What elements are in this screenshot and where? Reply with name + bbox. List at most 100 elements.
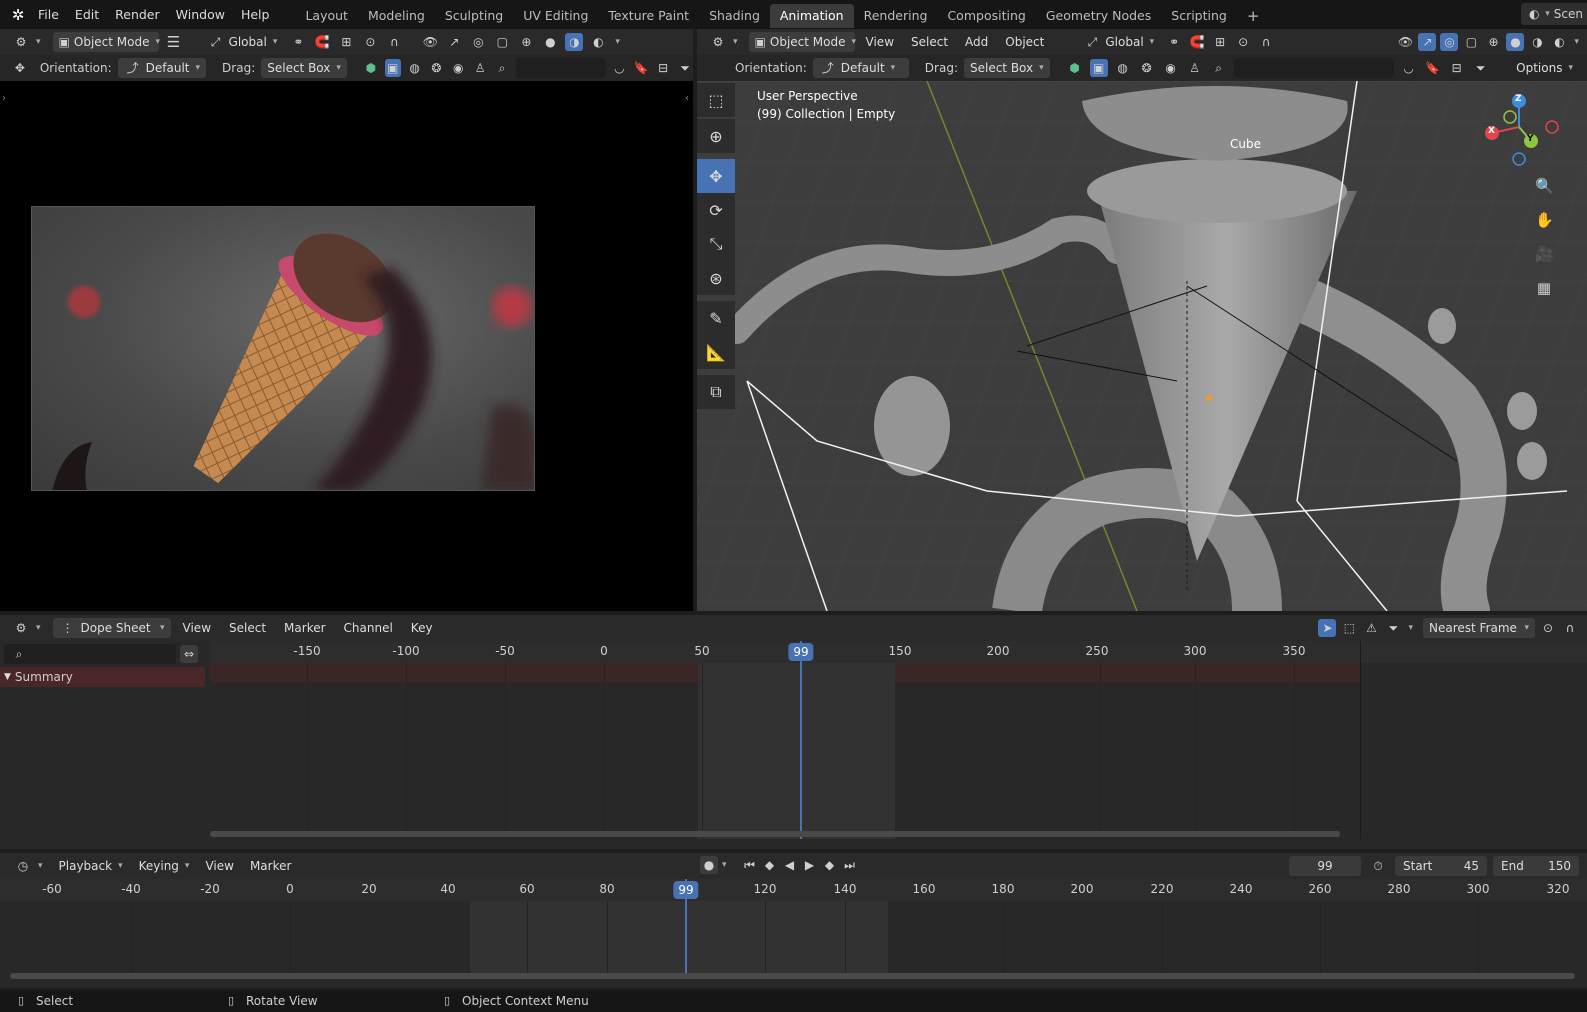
keyframe-icon[interactable]: ◡ xyxy=(1400,59,1418,77)
falloff-icon[interactable]: ∩ xyxy=(385,33,403,51)
menu-render[interactable]: Render xyxy=(107,0,168,29)
prev-keyframe-icon[interactable]: ◆ xyxy=(761,856,779,874)
collapse-arrow-icon[interactable]: ‹ xyxy=(685,93,689,104)
menu-select[interactable]: Select xyxy=(905,32,954,52)
tab-shading[interactable]: Shading xyxy=(699,4,770,28)
material-shading-icon[interactable]: ◑ xyxy=(1528,33,1546,51)
stopwatch-icon[interactable]: ⏱ xyxy=(1369,857,1387,875)
particles-icon[interactable]: ❂ xyxy=(1138,59,1156,77)
xray-icon[interactable]: ▢ xyxy=(493,33,511,51)
menu-view[interactable]: View xyxy=(860,32,900,52)
menu-view[interactable]: View xyxy=(177,618,217,638)
tab-uv-editing[interactable]: UV Editing xyxy=(513,4,598,28)
solid-shading-icon[interactable]: ● xyxy=(541,33,559,51)
hamburger-menu-icon[interactable]: ☰ xyxy=(165,33,183,51)
filter-icon[interactable]: ⏷ xyxy=(1384,619,1402,637)
horizontal-scrollbar[interactable] xyxy=(210,831,1340,837)
menu-window[interactable]: Window xyxy=(168,0,233,29)
search-field[interactable] xyxy=(515,58,606,78)
measure-tool-button[interactable]: 📐 xyxy=(697,335,735,369)
camera-view-icon[interactable]: 🎥 xyxy=(1535,237,1554,271)
object-mode-dropdown[interactable]: ▣ Object Mode ▾ xyxy=(52,32,160,52)
layout-icon[interactable]: ⊟ xyxy=(655,59,671,77)
falloff-icon[interactable]: ∩ xyxy=(1561,619,1579,637)
pivot-icon[interactable]: ⚭ xyxy=(1165,33,1183,51)
timeline-frame-badge[interactable]: 99 xyxy=(673,881,699,899)
snap-target-icon[interactable]: ⊞ xyxy=(337,33,355,51)
world-icon[interactable]: ◉ xyxy=(450,59,466,77)
tab-texture-paint[interactable]: Texture Paint xyxy=(598,4,699,28)
rendered-shading-icon[interactable]: ◐ xyxy=(589,33,607,51)
render-viewer[interactable]: › ‹ xyxy=(0,81,693,611)
transform-space-dropdown[interactable]: ⤢ Global ▾ xyxy=(1077,32,1160,52)
chevron-down-icon[interactable]: ▾ xyxy=(722,860,727,870)
play-reverse-icon[interactable]: ◀ xyxy=(781,856,799,874)
menu-select[interactable]: Select xyxy=(223,618,272,638)
start-frame-field[interactable]: Start 45 xyxy=(1395,856,1487,876)
rendered-shading-icon[interactable]: ◐ xyxy=(1550,33,1568,51)
options-dropdown[interactable]: Options ▾ xyxy=(1510,58,1579,78)
3d-viewport[interactable]: User Perspective (99) Collection | Empty… xyxy=(697,81,1587,611)
menu-help[interactable]: Help xyxy=(233,0,278,29)
gizmo-icon[interactable]: ↗ xyxy=(1418,33,1437,51)
object-mode-dropdown[interactable]: ▣ Object Mode ▾ xyxy=(748,32,856,52)
scene-selector[interactable]: ◐ ▾ Scen xyxy=(1521,3,1587,25)
visibility-icon[interactable]: 👁 xyxy=(1396,33,1414,51)
pan-hand-icon[interactable]: ✋ xyxy=(1535,203,1554,237)
jump-start-icon[interactable]: ⏮ xyxy=(741,856,759,874)
menu-marker[interactable]: Marker xyxy=(244,856,297,876)
hidden-icon[interactable]: ⬚ xyxy=(1340,619,1358,637)
search-field[interactable] xyxy=(1233,58,1394,78)
zoom-icon[interactable]: 🔍 xyxy=(1535,169,1554,203)
keyframe-icon[interactable]: ◡ xyxy=(611,59,627,77)
perspective-grid-icon[interactable]: ▦ xyxy=(1535,271,1553,305)
rotate-tool-button[interactable]: ⟳ xyxy=(697,193,735,227)
layout-icon[interactable]: ⊟ xyxy=(1448,59,1466,77)
material-shading-icon[interactable]: ◑ xyxy=(565,33,584,51)
timeline-scrollbar[interactable] xyxy=(10,973,1575,979)
blender-logo-icon[interactable]: ✲ xyxy=(6,6,30,24)
bookmark-icon[interactable]: 🔖 xyxy=(633,59,649,77)
snap-mode-dropdown[interactable]: Nearest Frame ▾ xyxy=(1423,618,1535,638)
menu-marker[interactable]: Marker xyxy=(278,618,331,638)
next-keyframe-icon[interactable]: ◆ xyxy=(821,856,839,874)
expand-arrow-icon[interactable]: › xyxy=(2,93,6,104)
world-icon[interactable]: ◉ xyxy=(1162,59,1180,77)
only-selected-icon[interactable]: ➤ xyxy=(1318,619,1337,637)
tab-geometry-nodes[interactable]: Geometry Nodes xyxy=(1036,4,1161,28)
select-mode-icon[interactable]: ▣ xyxy=(384,59,401,77)
solid-shading-icon[interactable]: ● xyxy=(1506,33,1525,51)
play-icon[interactable]: ▶ xyxy=(801,856,819,874)
menu-object[interactable]: Object xyxy=(999,32,1050,52)
menu-playback[interactable]: Playback ▾ xyxy=(53,856,129,876)
channel-search-input[interactable]: ⌕ xyxy=(4,644,176,664)
search-icon[interactable]: ⌕ xyxy=(1210,59,1228,77)
move-tool-icon[interactable]: ✥ xyxy=(12,59,28,77)
falloff-icon[interactable]: ∩ xyxy=(1257,33,1275,51)
filter-icon[interactable]: ⏷ xyxy=(1472,59,1490,77)
wireframe-shading-icon[interactable]: ⊕ xyxy=(1484,33,1502,51)
filter-icon[interactable]: ⏷ xyxy=(677,59,693,77)
add-workspace-button[interactable]: + xyxy=(1237,4,1270,28)
cursor-tool-button[interactable]: ⊕ xyxy=(697,119,735,153)
editor-type-button[interactable]: ◷ ▾ xyxy=(8,856,49,876)
search-icon[interactable]: ⌕ xyxy=(494,59,510,77)
transform-space-dropdown[interactable]: ⤢ Global ▾ xyxy=(201,32,284,52)
triangle-down-icon[interactable]: ▼ xyxy=(4,672,11,682)
dope-sheet-ruler[interactable]: -150 -100 -50 0 50 150 200 250 300 350 xyxy=(210,641,1587,663)
add-cube-tool-button[interactable]: ⧉ xyxy=(697,375,735,409)
chevron-down-icon[interactable]: ▾ xyxy=(1574,37,1579,47)
tab-modeling[interactable]: Modeling xyxy=(358,4,435,28)
orientation-dropdown[interactable]: ⤴ Default ▾ xyxy=(812,58,909,78)
lock-icon[interactable]: ♙ xyxy=(472,59,488,77)
gizmo-icon[interactable]: ↗ xyxy=(445,33,463,51)
xray-icon[interactable]: ▢ xyxy=(1462,33,1480,51)
menu-keying[interactable]: Keying ▾ xyxy=(133,856,196,876)
drag-dropdown[interactable]: Select Box ▾ xyxy=(261,58,347,78)
proportional-edit-icon[interactable]: ⊙ xyxy=(1234,33,1252,51)
timeline-ruler[interactable]: -60 -40 -20 0 20 40 60 80 120 140 160 18… xyxy=(0,879,1587,901)
navigation-gizmo[interactable]: Z X Y xyxy=(1477,87,1567,167)
select-box-tool-button[interactable]: ⬚ xyxy=(697,83,735,117)
errors-icon[interactable]: ⚠ xyxy=(1362,619,1380,637)
tab-compositing[interactable]: Compositing xyxy=(937,4,1035,28)
